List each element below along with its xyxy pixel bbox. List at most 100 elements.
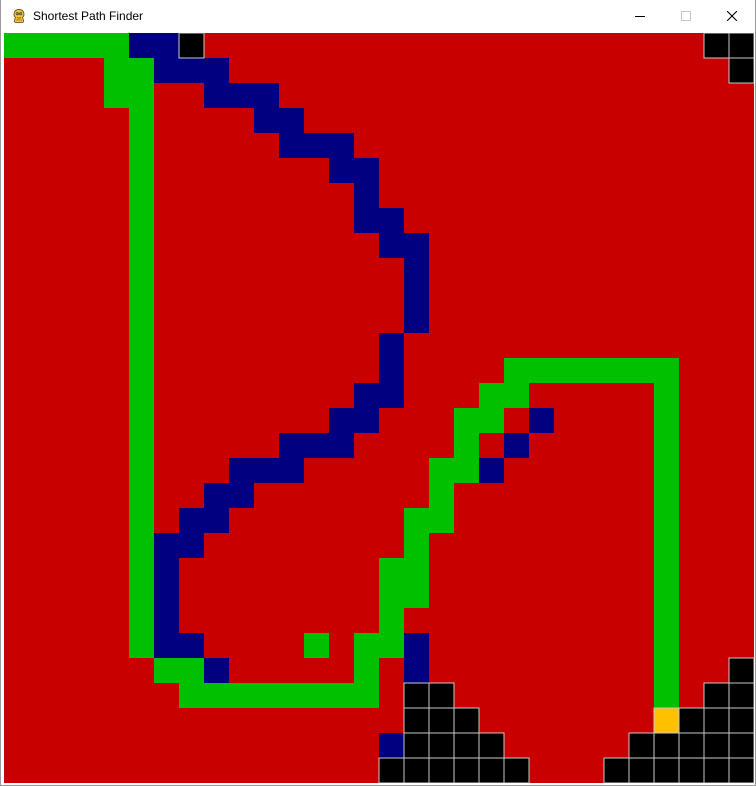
path-cell[interactable] (129, 433, 154, 458)
visited-cell[interactable] (404, 283, 429, 308)
wall-cell[interactable] (703, 757, 730, 783)
path-cell[interactable] (179, 683, 204, 708)
visited-cell[interactable] (479, 458, 504, 483)
wall-cell[interactable] (628, 732, 655, 759)
path-cell[interactable] (354, 683, 379, 708)
visited-cell[interactable] (379, 233, 404, 258)
path-cell[interactable] (654, 608, 679, 633)
path-cell[interactable] (129, 558, 154, 583)
wall-cell[interactable] (478, 732, 505, 759)
path-cell[interactable] (504, 358, 529, 383)
visited-cell[interactable] (279, 108, 304, 133)
wall-cell[interactable] (428, 682, 455, 709)
wall-cell[interactable] (678, 732, 705, 759)
path-cell[interactable] (404, 558, 429, 583)
path-cell[interactable] (654, 533, 679, 558)
visited-cell[interactable] (329, 158, 354, 183)
path-cell[interactable] (654, 683, 679, 708)
minimize-button[interactable] (617, 0, 663, 32)
visited-cell[interactable] (179, 508, 204, 533)
visited-cell[interactable] (354, 183, 379, 208)
visited-cell[interactable] (154, 583, 179, 608)
path-cell[interactable] (129, 308, 154, 333)
path-cell[interactable] (304, 633, 329, 658)
visited-cell[interactable] (154, 633, 179, 658)
visited-cell[interactable] (154, 533, 179, 558)
path-cell[interactable] (54, 33, 79, 58)
visited-cell[interactable] (329, 133, 354, 158)
path-cell[interactable] (379, 583, 404, 608)
wall-cell[interactable] (403, 732, 430, 759)
path-cell[interactable] (654, 658, 679, 683)
path-cell[interactable] (129, 83, 154, 108)
visited-cell[interactable] (154, 33, 179, 58)
visited-cell[interactable] (379, 383, 404, 408)
path-cell[interactable] (629, 358, 654, 383)
path-cell[interactable] (254, 683, 279, 708)
path-cell[interactable] (654, 483, 679, 508)
path-cell[interactable] (129, 333, 154, 358)
visited-cell[interactable] (279, 133, 304, 158)
path-cell[interactable] (379, 633, 404, 658)
wall-cell[interactable] (453, 707, 480, 734)
visited-cell[interactable] (279, 458, 304, 483)
path-cell[interactable] (4, 33, 29, 58)
wall-cell[interactable] (628, 757, 655, 783)
path-cell[interactable] (204, 683, 229, 708)
visited-cell[interactable] (379, 358, 404, 383)
path-cell[interactable] (129, 533, 154, 558)
path-cell[interactable] (479, 383, 504, 408)
end-node-cell[interactable] (653, 707, 680, 734)
pathfinding-grid[interactable] (4, 33, 754, 783)
path-cell[interactable] (179, 658, 204, 683)
path-cell[interactable] (654, 583, 679, 608)
wall-cell[interactable] (728, 682, 754, 709)
path-cell[interactable] (129, 258, 154, 283)
visited-cell[interactable] (354, 208, 379, 233)
path-cell[interactable] (304, 683, 329, 708)
path-cell[interactable] (654, 433, 679, 458)
path-cell[interactable] (129, 158, 154, 183)
path-cell[interactable] (654, 383, 679, 408)
path-cell[interactable] (404, 583, 429, 608)
wall-cell[interactable] (728, 757, 754, 783)
path-cell[interactable] (129, 358, 154, 383)
visited-cell[interactable] (229, 83, 254, 108)
visited-cell[interactable] (354, 158, 379, 183)
visited-cell[interactable] (329, 433, 354, 458)
visited-cell[interactable] (254, 83, 279, 108)
path-cell[interactable] (429, 508, 454, 533)
wall-cell[interactable] (728, 657, 754, 684)
path-cell[interactable] (504, 383, 529, 408)
visited-cell[interactable] (179, 633, 204, 658)
wall-cell[interactable] (703, 732, 730, 759)
visited-cell[interactable] (304, 433, 329, 458)
wall-cell[interactable] (428, 732, 455, 759)
path-cell[interactable] (404, 533, 429, 558)
path-cell[interactable] (129, 608, 154, 633)
path-cell[interactable] (129, 108, 154, 133)
visited-cell[interactable] (329, 408, 354, 433)
wall-cell[interactable] (403, 707, 430, 734)
wall-cell[interactable] (478, 757, 505, 783)
wall-cell[interactable] (703, 707, 730, 734)
close-button[interactable] (709, 0, 755, 32)
wall-cell[interactable] (703, 682, 730, 709)
path-cell[interactable] (104, 58, 129, 83)
path-cell[interactable] (329, 683, 354, 708)
path-cell[interactable] (279, 683, 304, 708)
wall-cell[interactable] (403, 757, 430, 783)
wall-cell[interactable] (703, 33, 730, 59)
visited-cell[interactable] (354, 383, 379, 408)
path-cell[interactable] (354, 633, 379, 658)
wall-cell[interactable] (178, 33, 205, 59)
path-cell[interactable] (429, 458, 454, 483)
path-cell[interactable] (129, 283, 154, 308)
visited-cell[interactable] (204, 58, 229, 83)
path-cell[interactable] (454, 433, 479, 458)
path-cell[interactable] (654, 408, 679, 433)
path-cell[interactable] (379, 608, 404, 633)
visited-cell[interactable] (379, 333, 404, 358)
wall-cell[interactable] (428, 707, 455, 734)
visited-cell[interactable] (404, 308, 429, 333)
